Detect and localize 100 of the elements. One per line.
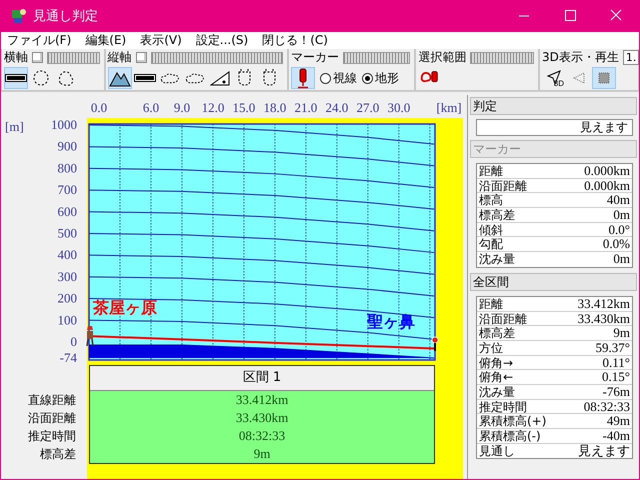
pin-icon [432, 336, 438, 351]
x-tick-label: 27.0 [356, 100, 380, 115]
table-cell-text: 33.412km [234, 391, 290, 409]
info-value: 08:32:33 [584, 400, 630, 414]
info-label: 標高差 [479, 208, 515, 222]
hiker-icon [86, 326, 94, 347]
result-field: 見えます [476, 119, 633, 136]
menu-item[interactable]: 編集(E) [79, 32, 134, 49]
info-label: 傾斜 [479, 222, 503, 236]
info-value: 0.000km [584, 178, 630, 192]
table-cell-text: 33.430km [234, 409, 290, 427]
y-tick-label: 0 [70, 334, 77, 349]
icon-caption: 3D [554, 79, 564, 88]
place-label: 茶屋ヶ原 [93, 298, 157, 317]
info-value: 49m [606, 414, 630, 428]
info-label: 標高差 [479, 326, 515, 340]
radio-button[interactable]: 視線 [320, 70, 357, 86]
info-value: 33.430km [578, 312, 630, 326]
stop-icon [598, 72, 610, 84]
info-label: 勾配 [479, 237, 503, 252]
toolbar-button[interactable] [108, 67, 132, 89]
info-value: 9m [613, 326, 630, 340]
y-tick-label: 100 [58, 312, 77, 328]
menu-item[interactable]: 表示(V) [134, 32, 190, 49]
x-tick-label: 12.0 [202, 100, 224, 115]
toolbar-button[interactable] [4, 67, 28, 89]
x-axis-label: [km] [436, 100, 462, 115]
info-label: 方位 [479, 340, 503, 355]
info-value: 0.0% [602, 237, 630, 252]
grip-bar[interactable] [470, 52, 534, 64]
y-tick-label: 700 [58, 182, 77, 198]
radio-button[interactable]: 地形 [362, 70, 399, 86]
menu-item[interactable]: ファイル(F) [1, 32, 80, 49]
row-label: 標高差 [40, 446, 76, 463]
ruler-icon [5, 73, 27, 83]
group-label: 3D表示・再生 [542, 49, 619, 66]
x-tick-label: 24.0 [326, 100, 348, 115]
section-header: 全区間 [470, 272, 637, 291]
info-label: 見通し [479, 444, 515, 458]
y-tick-label: 200 [58, 290, 77, 306]
info-value: 0.000km [584, 164, 630, 178]
y-tick-label: 500 [58, 225, 77, 240]
info-value: 0.15° [602, 370, 630, 384]
group-label: 横軸 [4, 49, 28, 66]
column-header: 区間 1 [90, 366, 434, 391]
x-tick-label: 15.0 [232, 100, 256, 115]
info-value: 59.37° [596, 340, 630, 355]
info-label: 距離 [479, 296, 503, 310]
cloud-icon [184, 71, 206, 85]
y-tick-label: 1000 [51, 117, 77, 132]
info-value: 0.11° [602, 356, 630, 370]
x-tick-label: 18.0 [264, 100, 286, 115]
y-tick-label: 600 [58, 204, 77, 219]
cursor-arrow-icon [546, 70, 562, 86]
section-header: 判定 [470, 97, 637, 115]
info-value: 0m [613, 208, 630, 222]
group-label: マーカー [290, 49, 339, 66]
x-tick-label: 0.0 [90, 100, 108, 115]
triangle-icon [210, 70, 230, 86]
x-tick-label: 21.0 [294, 100, 318, 115]
info-label: 沿面距離 [479, 312, 527, 326]
menu-item[interactable]: 閉じる！(C) [256, 32, 336, 49]
y-tick-label: 300 [58, 268, 77, 284]
dashed-blob-icon [56, 69, 76, 87]
y-tick-label: -74 [60, 350, 77, 365]
row-label: 推定時間 [28, 428, 76, 445]
grip-bar[interactable] [47, 52, 100, 64]
menu-item[interactable]: 設定...(S) [190, 32, 256, 49]
info-label: 標高 [479, 193, 503, 208]
row-label: 沿面距離 [28, 410, 76, 427]
group-label: 縦軸 [108, 49, 132, 66]
x-tick-label: 9.0 [174, 100, 190, 115]
x-tick-label: 30.0 [387, 100, 410, 115]
grip-bar[interactable] [150, 52, 283, 64]
number-field[interactable]: 1. [622, 50, 639, 65]
toolbar-button[interactable]: 3D [542, 67, 566, 89]
info-label: 推定時間 [479, 400, 527, 414]
toolbar-button[interactable] [290, 67, 315, 89]
y-tick-label: 900 [58, 138, 77, 154]
toggle-icon[interactable] [136, 52, 147, 63]
x-tick-label: 6.0 [142, 100, 160, 115]
grip-bar[interactable] [342, 52, 410, 64]
y-axis-label: [m] [5, 119, 24, 134]
info-label: 沿面距離 [479, 178, 527, 192]
ruler-icon [134, 73, 156, 83]
info-label: 累積標高(-) [479, 429, 541, 443]
info-value: 0.0° [608, 222, 630, 236]
info-value: 見えます [578, 444, 630, 458]
cloud-icon [158, 71, 181, 85]
marker-icon [296, 67, 310, 89]
rewind-icon [572, 72, 586, 84]
y-tick-label: 800 [58, 160, 77, 176]
info-value: 0m [613, 252, 630, 267]
info-value: 33.412km [578, 296, 630, 310]
row-label: 直線距離 [28, 392, 76, 409]
info-label: 俯角← [479, 370, 514, 384]
info-label: 距離 [479, 164, 503, 178]
toggle-icon[interactable] [32, 52, 43, 63]
group-label: 選択範囲 [418, 49, 466, 66]
place-label: 聖ヶ鼻 [367, 312, 415, 331]
